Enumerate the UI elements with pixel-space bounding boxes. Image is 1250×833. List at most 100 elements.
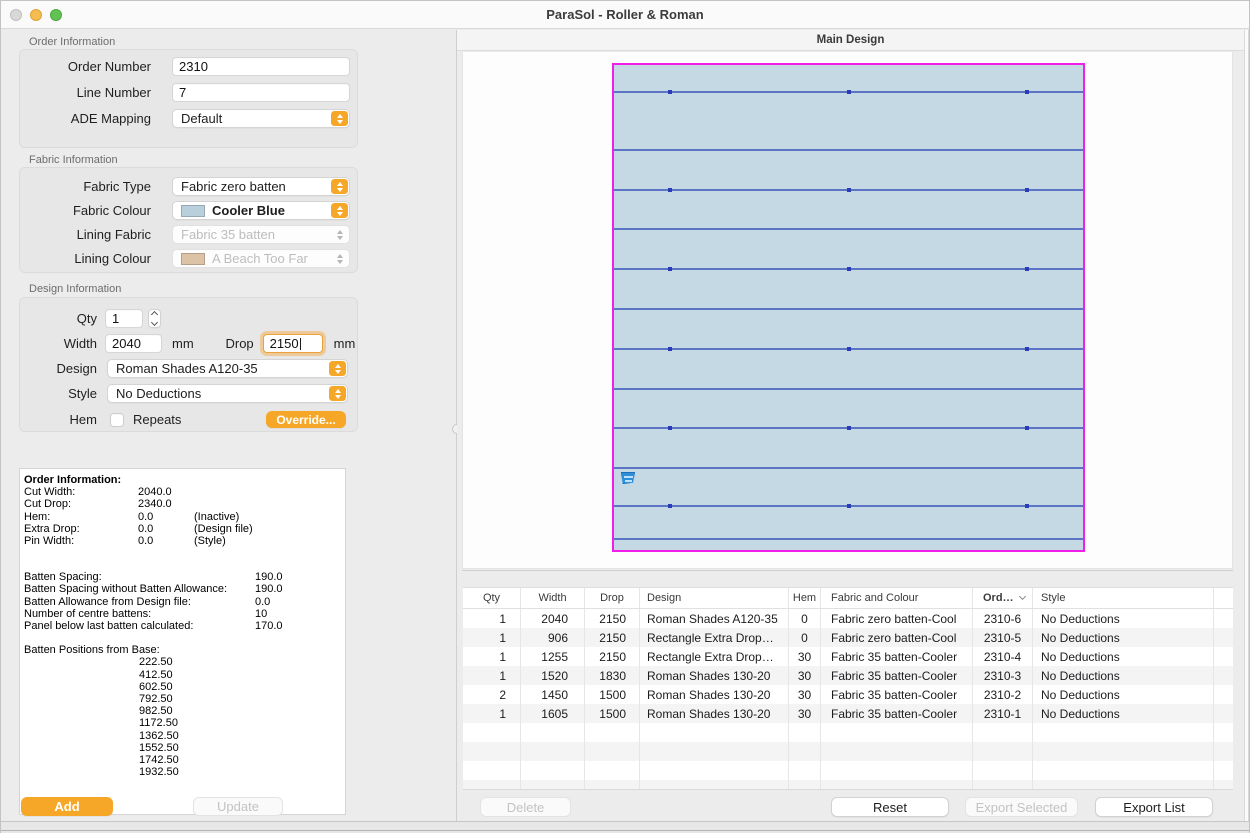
hem-label: Hem	[20, 412, 97, 427]
col-header-ord[interactable]: Ord…	[973, 588, 1033, 608]
override-button[interactable]: Override...	[266, 411, 346, 428]
batten-line	[614, 388, 1083, 390]
batten-tag-icon	[621, 472, 635, 484]
table-row[interactable]: 1 1520 1830 Roman Shades 130-20 30 Fabri…	[463, 666, 1233, 685]
qty-field[interactable]: 1	[105, 309, 143, 328]
info-line: Number of centre battens: 10	[24, 608, 345, 620]
batten-dot-icon	[668, 504, 672, 508]
col-header-width[interactable]: Width	[521, 588, 585, 608]
hem-checkbox[interactable]	[110, 413, 124, 427]
order-info-textbox[interactable]: Order Information: Cut Width: 2040.0 Cut…	[19, 468, 346, 815]
batten-dot-icon	[1025, 90, 1029, 94]
export-selected-button[interactable]: Export Selected	[965, 797, 1078, 817]
qty-stepper[interactable]	[148, 309, 161, 328]
batten-dot-icon	[847, 90, 851, 94]
ade-mapping-label: ADE Mapping	[20, 111, 151, 126]
batten-positions-list: 222.50412.50602.50792.50982.501172.50136…	[24, 656, 345, 778]
table-empty-rows	[463, 723, 1233, 790]
fabric-colour-swatch	[181, 205, 205, 217]
info-line: Cut Width: 2040.0	[24, 486, 345, 498]
popup-chevrons-icon	[331, 111, 348, 126]
lining-colour-swatch	[181, 253, 205, 265]
lining-fabric-popup: Fabric 35 batten	[172, 225, 350, 244]
table-row[interactable]: 1 1255 2150 Rectangle Extra Drop… 30 Fab…	[463, 647, 1233, 666]
col-header-hem[interactable]: Hem	[789, 588, 821, 608]
drop-field[interactable]: 2150	[263, 334, 323, 353]
export-list-button[interactable]: Export List	[1095, 797, 1213, 817]
batten-dot-icon	[668, 267, 672, 271]
col-header-qty[interactable]: Qty	[463, 588, 521, 608]
popup-chevrons-icon	[329, 361, 346, 376]
fabric-colour-row: Fabric Colour Cooler Blue	[20, 201, 357, 220]
order-number-field[interactable]: 2310	[172, 57, 350, 76]
stepper-icon	[151, 311, 158, 318]
batten-position-value: 602.50	[24, 681, 345, 693]
batten-dot-icon	[668, 426, 672, 430]
design-label: Design	[20, 361, 97, 376]
batten-dot-icon	[1025, 347, 1029, 351]
info-heading: Order Information:	[24, 474, 138, 486]
fabric-colour-label: Fabric Colour	[20, 203, 151, 218]
fabric-type-row: Fabric Type Fabric zero batten	[20, 177, 357, 196]
style-popup[interactable]: No Deductions	[107, 384, 348, 403]
section-label-fabric-information: Fabric Information	[29, 154, 118, 166]
info-block1: Cut Width: 2040.0 Cut Drop: 2340.0 Hem: …	[24, 486, 345, 547]
design-row: Design Roman Shades A120-35	[20, 359, 357, 378]
table-row[interactable]: 1 906 2150 Rectangle Extra Drop… 0 Fabri…	[463, 628, 1233, 647]
info-line: Pin Width: 0.0 (Style)	[24, 535, 345, 547]
design-information-group: Qty 1 Width 2040 mm Drop 2150 mm Desi	[19, 297, 358, 432]
line-number-label: Line Number	[20, 85, 151, 100]
lining-colour-label: Lining Colour	[20, 251, 151, 266]
fabric-type-popup[interactable]: Fabric zero batten	[172, 177, 350, 196]
batten-line	[614, 189, 1083, 191]
batten-dot-icon	[847, 426, 851, 430]
main-design-pane: Main Design Qty Width Drop Design Hem Fa…	[457, 30, 1244, 821]
line-number-field[interactable]: 7	[172, 83, 350, 102]
col-header-design[interactable]: Design	[640, 588, 789, 608]
batten-line	[614, 228, 1083, 230]
window-title: ParaSol - Roller & Roman	[1, 7, 1249, 22]
qty-row: Qty 1	[20, 309, 357, 328]
batten-position-value: 1362.50	[24, 730, 345, 742]
lining-colour-value: A Beach Too Far	[212, 251, 308, 266]
add-button[interactable]: Add	[21, 797, 113, 816]
col-header-fabric[interactable]: Fabric and Colour	[821, 588, 973, 608]
reset-button[interactable]: Reset	[831, 797, 949, 817]
info-line: Extra Drop: 0.0 (Design file)	[24, 523, 345, 535]
batten-position-value: 1172.50	[24, 717, 345, 729]
info-line: Panel below last batten calculated: 170.…	[24, 620, 345, 632]
fabric-type-value: Fabric zero batten	[181, 179, 286, 194]
update-button[interactable]: Update	[193, 797, 283, 816]
delete-button[interactable]: Delete	[480, 797, 571, 817]
section-label-design-information: Design Information	[29, 283, 121, 295]
fabric-colour-popup[interactable]: Cooler Blue	[172, 201, 350, 220]
main-design-header: Main Design	[457, 30, 1244, 51]
batten-position-value: 792.50	[24, 693, 345, 705]
design-canvas	[462, 52, 1233, 569]
width-drop-row: Width 2040 mm Drop 2150 mm	[20, 334, 357, 353]
qty-label: Qty	[20, 311, 97, 326]
lining-colour-popup: A Beach Too Far	[172, 249, 350, 268]
repeats-label: Repeats	[133, 412, 181, 427]
table-row[interactable]: 1 2040 2150 Roman Shades A120-35 0 Fabri…	[463, 609, 1233, 628]
width-field[interactable]: 2040	[105, 334, 162, 353]
batten-dot-icon	[1025, 504, 1029, 508]
batten-line	[614, 538, 1083, 540]
style-label: Style	[20, 386, 97, 401]
col-header-drop[interactable]: Drop	[585, 588, 640, 608]
table-row[interactable]: 1 1605 1500 Roman Shades 130-20 30 Fabri…	[463, 704, 1233, 723]
section-label-order-information: Order Information	[29, 36, 115, 48]
info-line: Batten Allowance from Design file: 0.0	[24, 596, 345, 608]
table-row[interactable]: 2 1450 1500 Roman Shades 130-20 30 Fabri…	[463, 685, 1233, 704]
left-panel: Order Information Order Number 2310 Line…	[1, 30, 456, 821]
drop-label: Drop	[194, 336, 254, 351]
ade-mapping-popup[interactable]: Default	[172, 109, 350, 128]
col-header-style[interactable]: Style	[1033, 588, 1214, 608]
design-popup[interactable]: Roman Shades A120-35	[107, 359, 348, 378]
popup-chevrons-icon	[331, 227, 348, 242]
order-number-row: Order Number 2310	[20, 57, 357, 76]
batten-line	[614, 505, 1083, 507]
titlebar: ParaSol - Roller & Roman	[1, 1, 1249, 29]
right-edge-gutter	[1244, 30, 1249, 821]
window-footer	[1, 821, 1249, 833]
